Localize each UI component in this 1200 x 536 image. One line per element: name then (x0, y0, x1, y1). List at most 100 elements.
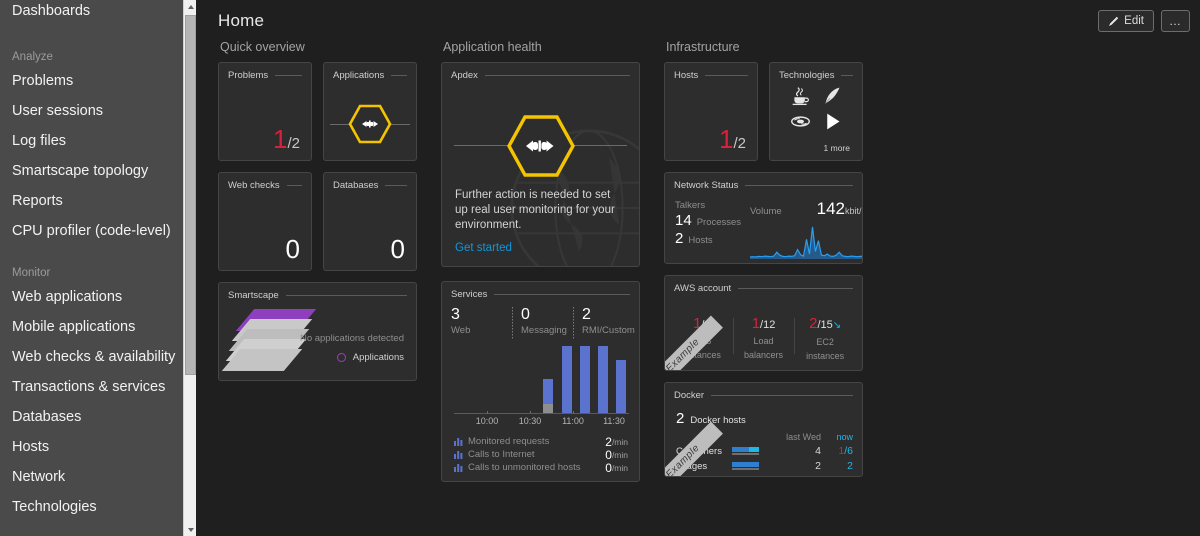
aws-cell-ec2: 2/15↘ EC2 instances (794, 316, 856, 362)
talkers-processes: 14 Processes (675, 212, 741, 229)
sidebar-item-label: Hosts (12, 439, 50, 455)
technology-icons (770, 85, 862, 132)
hosts-count: 1 (719, 124, 734, 154)
apache-feather-icon (824, 87, 839, 104)
column-application-health: Application health Apdex Further action … (441, 40, 640, 482)
sidebar-item-reports[interactable]: Reports (0, 186, 196, 216)
sidebar-item-databases[interactable]: Databases (0, 402, 196, 432)
volume-label: Volume (750, 206, 782, 217)
docker-bar-wrap (732, 447, 769, 455)
sidebar-item-cpu-profiler[interactable]: CPU profiler (code-level) (0, 216, 196, 246)
services-stat-web: 3 Web (451, 306, 512, 336)
title-rule (391, 75, 407, 76)
problems-total: /2 (287, 135, 300, 152)
tile-title: Services (442, 282, 639, 300)
docker-bar (732, 447, 759, 452)
metric-unit: /min (611, 449, 628, 460)
more-options-button[interactable]: … (1161, 10, 1190, 32)
aws-cell-load-balancers: 1/12 Load balancers (732, 316, 795, 362)
docker-bar-segment (732, 462, 759, 467)
scrollbar-thumb[interactable] (185, 15, 196, 375)
sidebar-item-label: Reports (12, 193, 63, 209)
sidebar-item-technologies[interactable]: Technologies (0, 492, 196, 522)
axis-tick (487, 411, 488, 414)
services-stat-messaging: 0 Messaging (512, 306, 573, 340)
tile-title-label: Web checks (228, 180, 280, 191)
docker-hosts-value: 2 (676, 410, 685, 427)
docker-now-rest: /6 (844, 445, 853, 457)
sidebar-item-network[interactable]: Network (0, 462, 196, 492)
scroll-up-arrow-icon[interactable] (184, 0, 196, 13)
page-title: Home (218, 11, 265, 30)
tile-docker[interactable]: Docker 2 Docker hosts last Wed now Conta… (664, 382, 863, 477)
tile-smartscape[interactable]: Smartscape No applications detected Appl… (218, 282, 417, 381)
tile-databases[interactable]: Databases 0 (323, 172, 417, 271)
stat-label: Messaging (521, 325, 567, 336)
tile-services[interactable]: Services 3 Web 0 Messaging 2 RMI/Custom … (441, 281, 640, 482)
sidebar-scrollbar[interactable] (183, 0, 196, 536)
sidebar-item-smartscape-topology[interactable]: Smartscape topology (0, 156, 196, 186)
chart-bar (616, 360, 626, 414)
bar-chart-icon (454, 464, 463, 472)
tile-title: Apdex (442, 63, 639, 81)
sidebar-item-log-files[interactable]: Log files (0, 126, 196, 156)
pencil-icon (1109, 16, 1119, 26)
tile-applications[interactable]: Applications (323, 62, 417, 161)
tile-title-label: Docker (674, 390, 705, 401)
metric-unit: /min (611, 462, 628, 473)
network-sparkline (749, 226, 862, 259)
tile-problems[interactable]: Problems 1/2 (218, 62, 312, 161)
tile-title: Web checks (219, 173, 311, 191)
tile-network-status[interactable]: Network Status Talkers 14 Processes 2 Ho… (664, 172, 863, 264)
sidebar-item-problems[interactable]: Problems (0, 66, 196, 96)
metric-row: Calls to Internet 0 /min (453, 448, 628, 462)
ellipsis-icon: … (1169, 14, 1182, 28)
tile-title-label: Technologies (779, 70, 835, 81)
chart-bars (454, 346, 629, 414)
aws-total: /12 (760, 319, 776, 331)
docker-bar-baseline (732, 468, 759, 470)
tile-aws-account[interactable]: AWS account 1/1 RDS instances (664, 275, 863, 371)
sidebar-item-mobile-applications[interactable]: Mobile applications (0, 312, 196, 342)
metric-value: 0 (605, 460, 612, 475)
title-rule (484, 75, 630, 76)
sidebar-item-dashboards[interactable]: Dashboards (0, 0, 196, 26)
technologies-more-label[interactable]: 1 more (824, 143, 850, 153)
services-stats: 3 Web 0 Messaging 2 RMI/Custom (442, 300, 639, 340)
metric-row: Calls to unmonitored hosts 0 /min (453, 460, 628, 475)
stat-label: Web (451, 325, 471, 336)
smartscape-empty-text: No applications detected (299, 333, 404, 344)
title-rule (705, 75, 748, 76)
scroll-down-arrow-icon[interactable] (184, 523, 196, 536)
tile-apdex[interactable]: Apdex Further action is needed to set up… (441, 62, 640, 267)
sidebar-item-web-checks-availability[interactable]: Web checks & availability (0, 342, 196, 372)
java-icon (792, 87, 809, 106)
docker-bar-segment (732, 447, 749, 452)
sidebar-item-transactions-services[interactable]: Transactions & services (0, 372, 196, 402)
tile-title-label: Smartscape (228, 290, 279, 301)
tile-title: Technologies (770, 63, 862, 81)
sidebar-item-label: Web applications (12, 289, 123, 305)
hexagon-plug-icon (506, 115, 575, 177)
tile-hosts[interactable]: Hosts 1/2 (664, 62, 758, 161)
edit-button[interactable]: Edit (1098, 10, 1154, 32)
services-stat-rmi: 2 RMI/Custom (573, 306, 635, 340)
sidebar-item-hosts[interactable]: Hosts (0, 432, 196, 462)
trend-arrow-icon: ↘ (832, 320, 842, 331)
tile-title-label: Problems (228, 70, 269, 81)
tile-web-checks[interactable]: Web checks 0 (218, 172, 312, 271)
get-started-link[interactable]: Get started (455, 242, 512, 254)
tile-technologies[interactable]: Technologies 1 more (769, 62, 863, 161)
talkers-label: Talkers (675, 200, 706, 211)
tile-row: Hosts 1/2 Technologies 1 more (664, 62, 863, 161)
volume-unit: kbit/s (844, 206, 862, 216)
sidebar: Dashboards Analyze Problems User session… (0, 0, 196, 536)
processes-label: Processes (696, 217, 742, 228)
sidebar-item-label: Web checks & availability (12, 349, 176, 365)
docker-bar-baseline (732, 453, 759, 455)
tile-title-label: Network Status (674, 180, 739, 191)
sidebar-item-web-applications[interactable]: Web applications (0, 282, 196, 312)
problems-count: 1 (273, 124, 288, 154)
docker-hosts-label: Docker hosts (690, 415, 746, 426)
sidebar-item-user-sessions[interactable]: User sessions (0, 96, 196, 126)
